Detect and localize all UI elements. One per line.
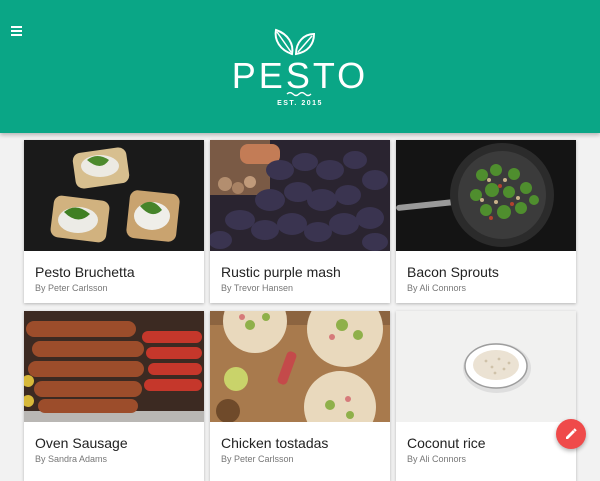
recipe-author: By Ali Connors <box>407 454 467 464</box>
menu-icon <box>11 26 22 28</box>
recipe-author: By Peter Carlsson <box>35 283 108 293</box>
recipe-title: Chicken tostadas <box>221 435 329 451</box>
recipe-author: By Sandra Adams <box>35 454 108 464</box>
recipe-card[interactable]: Chicken tostadas By Peter Carlsson <box>210 311 390 481</box>
recipe-image <box>396 311 576 422</box>
recipe-card[interactable]: Pesto Bruchetta By Peter Carlsson <box>24 140 204 303</box>
recipe-card[interactable]: Rustic purple mash By Trevor Hansen <box>210 140 390 303</box>
recipe-image <box>24 140 204 251</box>
edit-fab-button[interactable] <box>556 419 586 449</box>
pencil-icon <box>566 428 577 439</box>
recipe-author: By Ali Connors <box>407 283 467 293</box>
recipe-title: Oven Sausage <box>35 435 128 451</box>
recipe-image <box>396 140 576 251</box>
recipe-author: By Peter Carlsson <box>221 454 294 464</box>
recipe-image <box>24 311 204 422</box>
recipe-title: Coconut rice <box>407 435 486 451</box>
menu-button[interactable] <box>11 24 31 42</box>
leaf-icon <box>274 28 316 56</box>
recipe-title: Bacon Sprouts <box>407 264 499 280</box>
recipe-author: By Trevor Hansen <box>221 283 294 293</box>
recipe-card[interactable]: Coconut rice By Ali Connors <box>396 311 576 481</box>
recipe-card[interactable]: Bacon Sprouts By Ali Connors <box>396 140 576 303</box>
recipe-title: Pesto Bruchetta <box>35 264 135 280</box>
recipe-image <box>210 311 390 422</box>
app-bar: PESTO EST. 2015 <box>0 0 600 133</box>
recipe-card[interactable]: Oven Sausage By Sandra Adams <box>24 311 204 481</box>
logo-subtitle: EST. 2015 <box>277 100 323 107</box>
recipe-image <box>210 140 390 251</box>
recipe-title: Rustic purple mash <box>221 264 341 280</box>
logo-wave <box>286 91 312 97</box>
